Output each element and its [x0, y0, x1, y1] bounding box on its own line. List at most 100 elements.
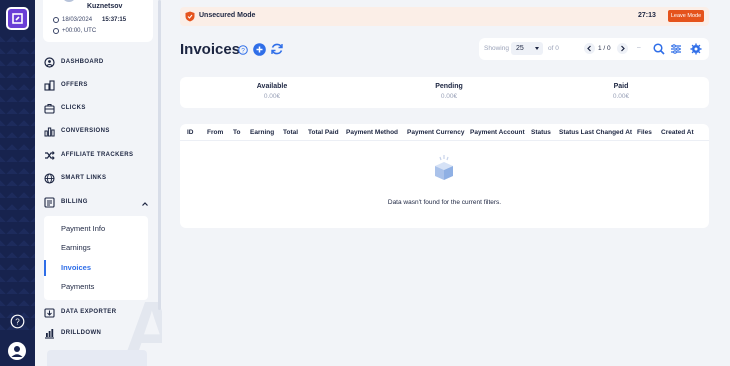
- leave-mode-button[interactable]: Leave Mode: [668, 10, 704, 22]
- empty-box-icon: [435, 155, 453, 180]
- dashboard-icon: [44, 56, 55, 68]
- nav-label: CLICKS: [61, 105, 86, 111]
- submenu-item-invoices[interactable]: Invoices: [61, 263, 91, 272]
- svg-text:?: ?: [15, 318, 20, 327]
- banner-timer: 27:13: [638, 12, 656, 19]
- nav-label: OFFERS: [61, 82, 88, 88]
- pagination-toolbar: Showing 25 of 0 1 / 0 –: [479, 38, 709, 60]
- timezone-label: +00:00, UTC: [62, 28, 97, 34]
- balance-summary: Available 0.00€ Pending 0.00€ Paid 0.00€: [180, 77, 709, 108]
- summary-available: Available 0.00€: [232, 83, 312, 100]
- gear-icon[interactable]: [690, 43, 702, 55]
- profile-time: 15:37:15: [102, 17, 127, 23]
- sidebar-scrollbar[interactable]: [158, 0, 161, 310]
- page-title: Invoices: [180, 41, 241, 58]
- submenu-item-earnings[interactable]: Earnings: [61, 243, 91, 252]
- page-indicator: 1 / 0: [598, 45, 611, 52]
- refresh-icon[interactable]: [270, 42, 284, 56]
- table-header: ID From To Earning Total Total Paid Paym…: [180, 124, 709, 141]
- column-header-total[interactable]: Total: [283, 129, 298, 136]
- billing-icon: [44, 196, 55, 208]
- available-value: 0.00€: [263, 93, 281, 100]
- nav-label: DRILLDOWN: [61, 330, 102, 336]
- search-icon[interactable]: [653, 43, 665, 55]
- column-header-files[interactable]: Files: [637, 129, 652, 136]
- avatar: [62, 0, 76, 2]
- sidebar-bottom-card: [47, 350, 147, 366]
- column-header-payment-account[interactable]: Payment Account: [470, 129, 525, 136]
- nav-label: DASHBOARD: [61, 59, 104, 65]
- pending-label: Pending: [435, 83, 463, 90]
- pending-value: 0.00€: [440, 93, 458, 100]
- invoices-table: ID From To Earning Total Total Paid Paym…: [180, 124, 709, 228]
- svg-text:?: ?: [241, 47, 245, 54]
- column-header-created-at[interactable]: Created At: [661, 129, 694, 136]
- drilldown-icon: [45, 328, 54, 339]
- user-avatar-icon[interactable]: [8, 342, 26, 360]
- column-header-status-last-changed[interactable]: Status Last Changed At: [559, 129, 632, 136]
- nav-label: DATA EXPORTER: [61, 309, 117, 315]
- per-page-value: 25: [516, 45, 524, 52]
- filter-icon[interactable]: [670, 43, 682, 55]
- nav-item-affiliate-trackers[interactable]: AFFILIATE TRACKERS: [44, 146, 133, 164]
- column-header-earning[interactable]: Earning: [250, 129, 274, 136]
- nav-item-smart-links[interactable]: SMART LINKS: [44, 169, 106, 187]
- column-header-total-paid[interactable]: Total Paid: [308, 129, 339, 136]
- summary-paid: Paid 0.00€: [581, 83, 661, 100]
- banner-text: Unsecured Mode: [199, 12, 256, 19]
- column-header-status[interactable]: Status: [531, 129, 551, 136]
- total-count: of 0: [548, 45, 559, 52]
- rail-pattern: [0, 30, 35, 330]
- prev-page-icon[interactable]: [584, 43, 595, 54]
- bar-chart-icon: [44, 127, 55, 136]
- nav-label: CONVERSIONS: [61, 128, 110, 134]
- shield-icon: [185, 11, 195, 22]
- nav-item-offers[interactable]: OFFERS: [44, 76, 88, 94]
- export-icon: [44, 307, 55, 318]
- globe-icon: [44, 172, 55, 184]
- column-header-from[interactable]: From: [207, 129, 223, 136]
- app-rail: ?: [0, 0, 35, 366]
- column-header-payment-method[interactable]: Payment Method: [346, 129, 398, 136]
- help-icon[interactable]: ?: [10, 314, 25, 329]
- summary-pending: Pending 0.00€: [409, 83, 489, 100]
- active-indicator: [44, 260, 46, 276]
- briefcase-icon: [44, 103, 55, 114]
- nav-item-drilldown[interactable]: DRILLDOWN: [44, 324, 101, 342]
- caret-down-icon: [535, 47, 539, 50]
- showing-label: Showing: [484, 45, 509, 52]
- paid-value: 0.00€: [612, 93, 630, 100]
- app-logo-icon[interactable]: [6, 7, 29, 30]
- help-circle-icon[interactable]: ?: [238, 45, 248, 55]
- add-invoice-icon[interactable]: [253, 43, 266, 56]
- submenu-item-payment-info[interactable]: Payment Info: [61, 224, 105, 233]
- column-header-id[interactable]: ID: [187, 129, 194, 136]
- nav-item-data-exporter[interactable]: DATA EXPORTER: [44, 303, 116, 321]
- pager-separator: –: [637, 44, 641, 51]
- profile-date: 18/03/2024: [62, 17, 93, 23]
- profile-card: Kuznetsov 18/03/2024 15:37:15 +00:00, UT…: [43, 0, 153, 42]
- chevron-up-icon[interactable]: [141, 200, 149, 208]
- per-page-select[interactable]: 25: [511, 42, 543, 55]
- nav-label: BILLING: [61, 199, 88, 205]
- available-label: Available: [256, 83, 288, 90]
- nav-item-clicks[interactable]: CLICKS: [44, 99, 86, 117]
- billing-submenu: Payment Info Earnings Invoices Payments: [44, 216, 148, 300]
- shuffle-icon: [45, 150, 55, 160]
- profile-timezone: +00:00, UTC: [53, 28, 96, 34]
- column-header-payment-currency[interactable]: Payment Currency: [407, 129, 464, 136]
- offers-icon: [44, 79, 55, 91]
- unsecured-mode-banner: Unsecured Mode 27:13 Leave Mode: [180, 7, 709, 26]
- next-page-icon[interactable]: [617, 43, 628, 54]
- column-header-to[interactable]: To: [233, 129, 240, 136]
- submenu-item-payments[interactable]: Payments: [61, 282, 94, 291]
- clock-icon: [53, 17, 59, 23]
- empty-state-message: Data wasn't found for the current filter…: [387, 199, 502, 206]
- paid-label: Paid: [613, 83, 629, 90]
- nav-item-conversions[interactable]: CONVERSIONS: [44, 122, 110, 140]
- profile-name: Kuznetsov: [87, 3, 123, 10]
- nav-item-dashboard[interactable]: DASHBOARD: [44, 53, 104, 71]
- nav-item-billing[interactable]: BILLING: [44, 193, 88, 211]
- profile-datetime: 18/03/2024 15:37:15: [53, 17, 126, 23]
- nav-label: SMART LINKS: [61, 175, 107, 181]
